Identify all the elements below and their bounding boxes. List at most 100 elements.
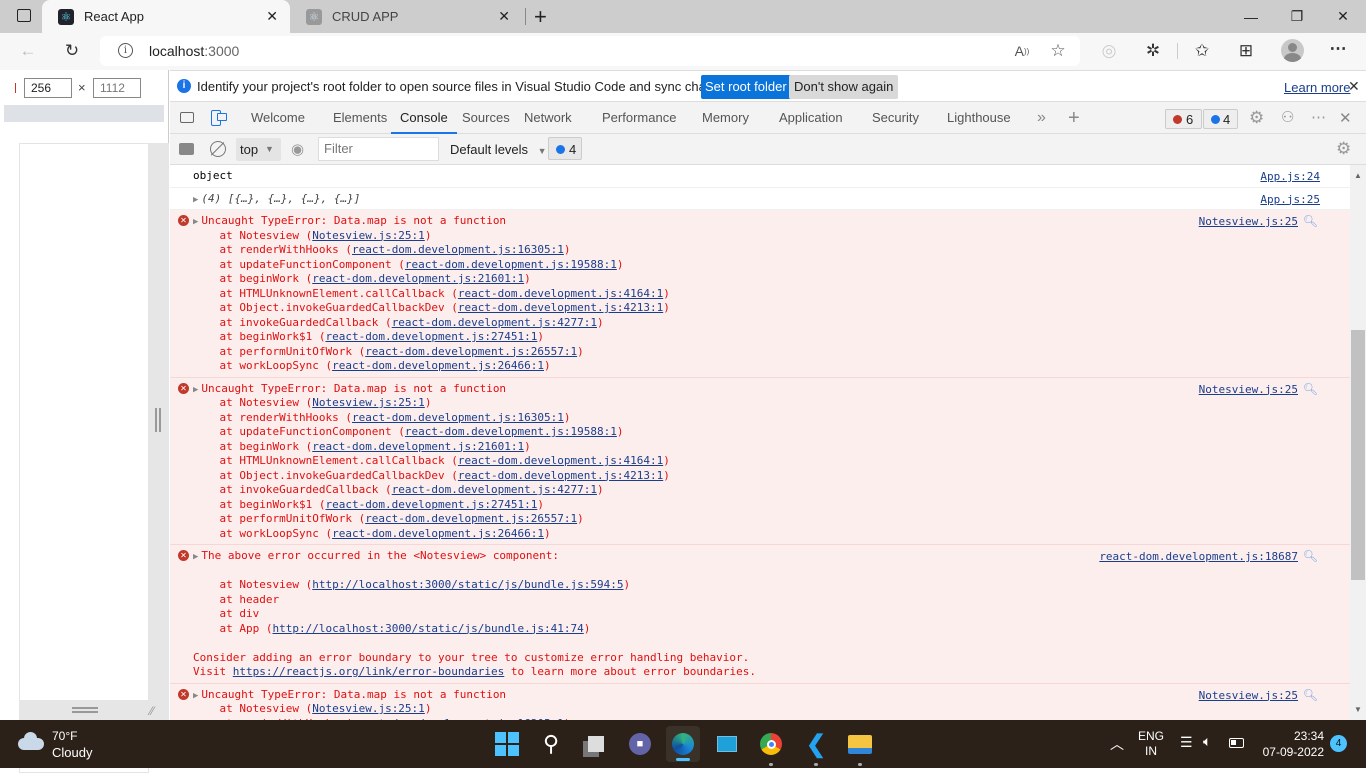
clear-console-icon[interactable] [210, 141, 226, 157]
close-tab-icon[interactable]: ✕ [266, 8, 278, 25]
stack-frame-link[interactable]: react-dom.development.js:27451:1 [325, 498, 537, 511]
expand-triangle-icon[interactable]: ▶ [193, 385, 198, 395]
log-levels-dropdown[interactable]: Default levels ▼ [450, 142, 547, 157]
tab-security[interactable]: Security [872, 102, 919, 134]
stack-frame-link[interactable]: Notesview.js:25:1 [312, 396, 425, 409]
stack-frame-link[interactable]: Notesview.js:25:1 [312, 702, 425, 715]
tab-application[interactable]: Application [779, 102, 843, 134]
address-bar[interactable]: i localhost:3000 A)) ☆ [100, 36, 1080, 66]
show-hidden-icons[interactable]: ︿ [1110, 734, 1124, 754]
settings-icon[interactable]: ⚙ [1249, 108, 1264, 128]
tab-memory[interactable]: Memory [702, 102, 749, 134]
minimize-button[interactable]: — [1228, 0, 1274, 33]
source-link[interactable]: App.js:25 [1260, 193, 1320, 206]
source-link[interactable]: Notesview.js:25 [1199, 215, 1298, 228]
close-devtools-icon[interactable]: ✕ [1339, 109, 1352, 127]
battery-icon[interactable] [1229, 738, 1244, 748]
task-view-icon[interactable] [580, 728, 612, 760]
clock[interactable]: 23:34 07-09-2022 [1258, 728, 1324, 760]
add-tool-icon[interactable]: + [1068, 102, 1080, 134]
stack-frame-link[interactable]: react-dom.development.js:4213:1 [458, 469, 663, 482]
favorites-icon[interactable]: ✩ [1190, 39, 1214, 63]
inspect-element-icon[interactable] [180, 112, 194, 123]
chrome-app[interactable] [755, 728, 787, 766]
sidebar-toggle-icon[interactable] [179, 143, 194, 155]
stack-frame-link[interactable]: Notesview.js:25:1 [312, 229, 425, 242]
source-link[interactable]: react-dom.development.js:18687 [1099, 550, 1298, 563]
scrollbar-thumb[interactable] [1351, 330, 1365, 580]
issues-badge[interactable]: 4 [548, 137, 582, 160]
stack-frame-link[interactable]: react-dom.development.js:26557:1 [365, 345, 577, 358]
expand-triangle-icon[interactable]: ▶ [193, 217, 198, 227]
file-explorer-app[interactable] [844, 728, 876, 766]
console-scrollbar[interactable]: ▲ ▼ [1350, 165, 1366, 720]
tab-actions-icon[interactable] [17, 9, 31, 22]
refresh-icon[interactable]: ↻ [60, 39, 84, 63]
expand-triangle-icon[interactable]: ▶ [193, 552, 198, 562]
tab-welcome[interactable]: Welcome [251, 102, 305, 134]
tab-react-app[interactable]: ⚛ React App ✕ [42, 0, 290, 33]
start-button[interactable] [491, 728, 523, 760]
device-height-input[interactable]: 1112 [93, 78, 141, 98]
context-selector[interactable]: top ▼ [236, 138, 281, 161]
close-tab-icon[interactable]: ✕ [498, 8, 510, 25]
learn-more-link[interactable]: Learn more [1284, 80, 1350, 95]
language-indicator[interactable]: ENG IN [1138, 729, 1164, 759]
new-tab-button[interactable]: + [534, 4, 547, 30]
search-icon[interactable]: 🔍︎ [1303, 382, 1318, 396]
devtools-more-icon[interactable]: ⋯ [1311, 108, 1326, 126]
device-width-input[interactable]: 256 [24, 78, 72, 98]
scroll-down-arrow[interactable]: ▼ [1354, 705, 1362, 714]
extension-disabled-icon[interactable]: ◎ [1097, 39, 1121, 63]
stack-frame-link[interactable]: react-dom.development.js:26466:1 [332, 527, 544, 540]
profile-avatar[interactable] [1281, 39, 1304, 62]
expand-triangle-icon[interactable]: ▶ [193, 195, 198, 205]
close-window-button[interactable]: ✕ [1320, 0, 1366, 33]
search-icon[interactable]: ⚲ [535, 728, 567, 760]
stack-frame-link[interactable]: react-dom.development.js:19588:1 [405, 425, 617, 438]
stack-frame-link[interactable]: http://localhost:3000/static/js/bundle.j… [272, 622, 583, 635]
source-link[interactable]: Notesview.js:25 [1199, 689, 1298, 702]
tab-elements[interactable]: Elements [333, 102, 387, 134]
tab-console[interactable]: Console [391, 102, 457, 134]
tab-crud-app[interactable]: ⚛ CRUD APP ✕ [290, 0, 522, 33]
stack-frame-link[interactable]: http://localhost:3000/static/js/bundle.j… [312, 578, 623, 591]
feedback-icon[interactable]: ⚇ [1281, 108, 1294, 126]
notification-badge[interactable]: 4 [1330, 735, 1347, 752]
stack-frame-link[interactable]: react-dom.development.js:21601:1 [312, 272, 524, 285]
stack-frame-link[interactable]: react-dom.development.js:4277:1 [392, 483, 597, 496]
tab-sources[interactable]: Sources [462, 102, 510, 134]
search-icon[interactable]: 🔍︎ [1303, 549, 1318, 563]
url-text[interactable]: localhost:3000 [149, 43, 239, 59]
stack-frame-link[interactable]: react-dom.development.js:4164:1 [458, 454, 663, 467]
restore-button[interactable]: ❐ [1274, 0, 1320, 33]
wifi-icon[interactable]: ☰ [1180, 734, 1193, 751]
vscode-app[interactable]: ❮ [800, 728, 832, 766]
collections-icon[interactable]: ⊞ [1234, 39, 1258, 63]
viewport-bottom-resizer[interactable]: ⁄⁄ [19, 700, 169, 720]
extensions-icon[interactable]: ✲ [1141, 39, 1165, 63]
source-link[interactable]: App.js:24 [1260, 170, 1320, 183]
expand-triangle-icon[interactable]: ▶ [193, 691, 198, 701]
filter-input[interactable]: Filter [318, 137, 439, 161]
stack-frame-link[interactable]: react-dom.development.js:4213:1 [458, 301, 663, 314]
stack-frame-link[interactable]: react-dom.development.js:27451:1 [325, 330, 537, 343]
stack-frame-link[interactable]: react-dom.development.js:16305:1 [352, 411, 564, 424]
scroll-up-arrow[interactable]: ▲ [1354, 171, 1362, 180]
console-settings-icon[interactable]: ⚙ [1336, 139, 1351, 159]
site-info-icon[interactable]: i [118, 43, 133, 58]
search-icon[interactable]: 🔍︎ [1303, 214, 1318, 228]
tab-network[interactable]: Network [524, 102, 572, 134]
tab-lighthouse[interactable]: Lighthouse [947, 102, 1011, 134]
more-tabs-icon[interactable]: » [1037, 102, 1046, 134]
live-expression-icon[interactable]: ◉ [291, 140, 304, 158]
edge-app[interactable] [666, 726, 700, 762]
volume-icon[interactable]: 🔈︎ [1203, 733, 1211, 750]
error-count-badge[interactable]: 6 [1165, 109, 1202, 129]
stack-frame-link[interactable]: react-dom.development.js:16305:1 [352, 243, 564, 256]
more-menu-icon[interactable]: ⋯ [1326, 37, 1350, 61]
stack-frame-link[interactable]: react-dom.development.js:4277:1 [392, 316, 597, 329]
stack-frame-link[interactable]: react-dom.development.js:4164:1 [458, 287, 663, 300]
tab-performance[interactable]: Performance [602, 102, 676, 134]
weather-widget[interactable]: 70°F Cloudy [16, 728, 106, 760]
